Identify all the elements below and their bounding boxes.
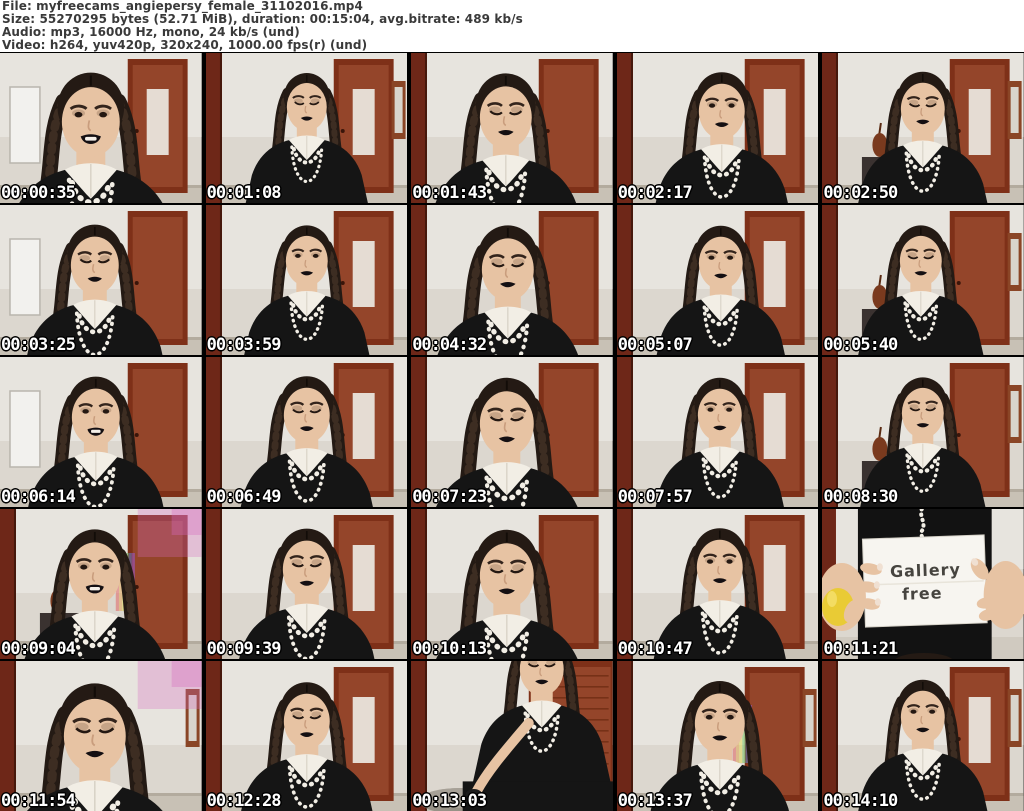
thumbnail-image bbox=[0, 661, 202, 811]
thumbnail-image bbox=[411, 53, 613, 203]
thumbnail-image bbox=[616, 205, 819, 355]
thumbnail-grid: 00:00:35 00:01:08 00:01:43 00:02:17 00:0… bbox=[0, 52, 1024, 811]
timestamp-label: 00:11:54 bbox=[1, 791, 76, 811]
thumbnail-image bbox=[411, 661, 613, 811]
metadata-header: File: myfreecams_angiepersy_female_31102… bbox=[0, 0, 1024, 52]
timestamp-label: 00:06:49 bbox=[206, 487, 282, 507]
video-thumbnail: 00:10:47 bbox=[616, 509, 819, 659]
timestamp-label: 00:09:04 bbox=[1, 639, 76, 659]
thumbnail-image bbox=[822, 661, 1024, 811]
video-thumbnail: 00:06:14 bbox=[0, 357, 202, 507]
timestamp-label: 00:00:35 bbox=[1, 183, 76, 203]
video-thumbnail: 00:09:04 bbox=[0, 509, 202, 659]
video-thumbnail: 00:01:43 bbox=[411, 53, 613, 203]
thumbnail-image bbox=[616, 357, 819, 507]
timestamp-label: 00:03:25 bbox=[1, 335, 76, 355]
video-thumbnail: 00:01:08 bbox=[205, 53, 408, 203]
timestamp-label: 00:03:59 bbox=[206, 335, 282, 355]
metadata-line-video: Video: h264, yuv420p, 320x240, 1000.00 f… bbox=[2, 38, 368, 52]
video-thumbnail: 00:02:50 bbox=[822, 53, 1024, 203]
thumbnail-image bbox=[205, 661, 408, 811]
video-thumbnail: 00:06:49 bbox=[205, 357, 408, 507]
thumbnail-image bbox=[0, 509, 202, 659]
svg-text:Gallery: Gallery bbox=[890, 560, 962, 581]
thumbnail-image bbox=[616, 661, 819, 811]
video-thumbnail: 00:13:37 bbox=[616, 661, 819, 811]
video-thumbnail: 00:03:59 bbox=[205, 205, 408, 355]
thumbnail-image bbox=[822, 357, 1024, 507]
thumbnail-image bbox=[616, 53, 819, 203]
timestamp-label: 00:01:08 bbox=[206, 183, 282, 203]
timestamp-label: 00:10:47 bbox=[617, 639, 693, 659]
thumbnail-image bbox=[205, 53, 408, 203]
timestamp-label: 00:05:40 bbox=[823, 335, 898, 355]
video-thumbnail: 00:10:13 bbox=[411, 509, 613, 659]
timestamp-label: 00:14:10 bbox=[823, 791, 898, 811]
timestamp-label: 00:07:57 bbox=[617, 487, 693, 507]
timestamp-label: 00:08:30 bbox=[823, 487, 898, 507]
video-thumbnail: 00:13:03 bbox=[411, 661, 613, 811]
timestamp-label: 00:12:28 bbox=[206, 791, 282, 811]
video-thumbnail: 00:05:40 bbox=[822, 205, 1024, 355]
timestamp-label: 00:09:39 bbox=[206, 639, 282, 659]
thumbnail-image bbox=[411, 509, 613, 659]
video-thumbnail: Gallery free 00:11:21 bbox=[822, 509, 1024, 659]
timestamp-label: 00:06:14 bbox=[1, 487, 76, 507]
thumbnail-image: Galleryfree bbox=[822, 509, 1024, 659]
video-thumbnail: 00:11:54 bbox=[0, 661, 202, 811]
timestamp-label: 00:02:50 bbox=[823, 183, 898, 203]
video-thumbnail: 00:09:39 bbox=[205, 509, 408, 659]
timestamp-label: 00:13:37 bbox=[617, 791, 693, 811]
timestamp-label: 00:04:32 bbox=[412, 335, 487, 355]
video-thumbnail: 00:14:10 bbox=[822, 661, 1024, 811]
thumbnail-image bbox=[0, 205, 202, 355]
thumbnail-image bbox=[0, 357, 202, 507]
thumbnail-image bbox=[205, 205, 408, 355]
timestamp-label: 00:05:07 bbox=[617, 335, 693, 355]
video-thumbnail: 00:04:32 bbox=[411, 205, 613, 355]
thumbnail-image bbox=[411, 357, 613, 507]
timestamp-label: 00:01:43 bbox=[412, 183, 487, 203]
svg-text:free: free bbox=[902, 583, 943, 603]
timestamp-label: 00:07:23 bbox=[412, 487, 487, 507]
video-thumbnail: 00:08:30 bbox=[822, 357, 1024, 507]
thumbnail-image bbox=[411, 205, 613, 355]
timestamp-label: 00:11:21 bbox=[823, 639, 898, 659]
thumbnail-image bbox=[616, 509, 819, 659]
timestamp-label: 00:10:13 bbox=[412, 639, 487, 659]
video-thumbnail: 00:03:25 bbox=[0, 205, 202, 355]
video-thumbnail: 00:07:57 bbox=[616, 357, 819, 507]
timestamp-label: 00:02:17 bbox=[617, 183, 693, 203]
thumbnail-image bbox=[205, 357, 408, 507]
video-thumbnail: 00:07:23 bbox=[411, 357, 613, 507]
video-thumbnail: 00:02:17 bbox=[616, 53, 819, 203]
thumbnail-image bbox=[822, 205, 1024, 355]
video-thumbnail: 00:00:35 bbox=[0, 53, 202, 203]
timestamp-label: 00:13:03 bbox=[412, 791, 487, 811]
video-thumbnail: 00:12:28 bbox=[205, 661, 408, 811]
thumbnail-image bbox=[822, 53, 1024, 203]
thumbnail-image bbox=[205, 509, 408, 659]
thumbnail-image bbox=[0, 53, 202, 203]
video-thumbnail: 00:05:07 bbox=[616, 205, 819, 355]
